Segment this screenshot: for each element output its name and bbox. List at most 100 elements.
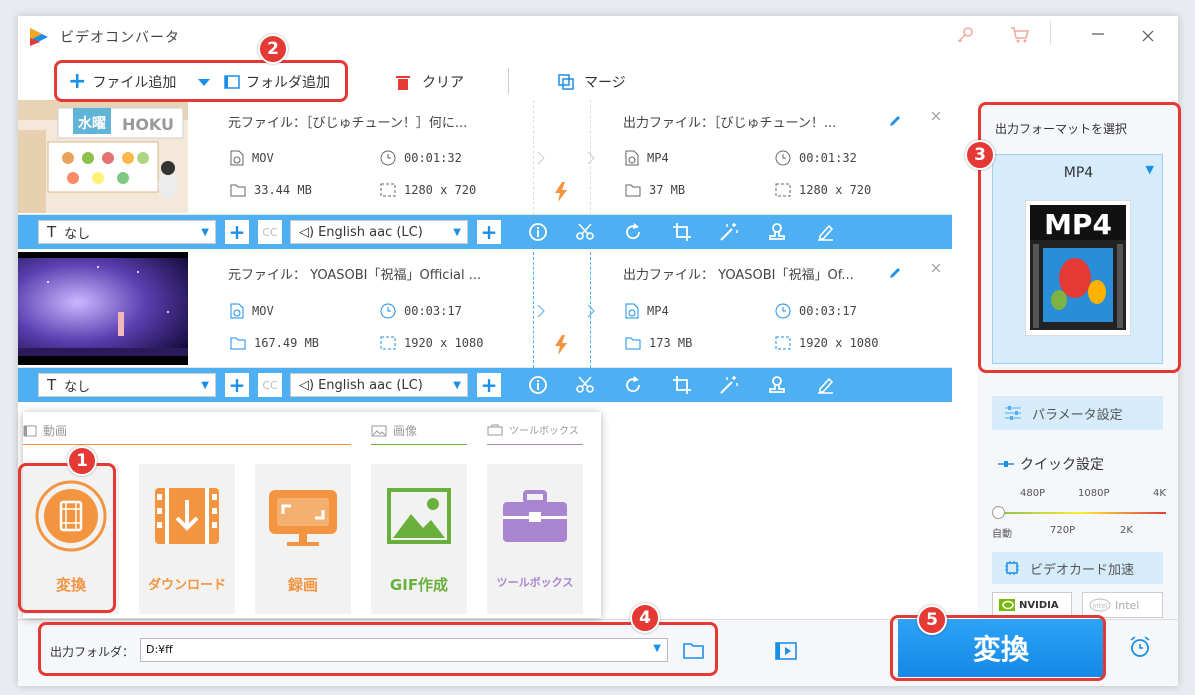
- rotate-icon[interactable]: [623, 375, 643, 395]
- image-section-label: 画像: [393, 424, 418, 438]
- quality-tick-label: 4K: [1153, 488, 1166, 499]
- scissors-icon[interactable]: [575, 222, 595, 242]
- download-tile-label: ダウンロード: [147, 578, 226, 593]
- svg-text:水曜: 水曜: [78, 115, 106, 132]
- rotate-icon[interactable]: [623, 222, 643, 242]
- gpu-accel-button[interactable]: ビデオカード加速: [992, 552, 1163, 584]
- video-file-icon: [230, 303, 244, 319]
- clear-button[interactable]: クリア: [396, 72, 464, 92]
- src-resolution: 1920 x 1080: [380, 336, 483, 350]
- record-tile[interactable]: 録画: [255, 464, 351, 614]
- quick-settings-label: クイック設定: [1020, 457, 1104, 473]
- src-format-value: MOV: [252, 151, 274, 165]
- out-resolution: 1920 x 1080: [775, 336, 878, 350]
- video-thumbnail: [18, 252, 188, 365]
- out-format: MP4: [625, 150, 669, 166]
- subtitle-select[interactable]: T なし ▼: [38, 220, 216, 244]
- chip-icon: [1005, 561, 1019, 575]
- chevron-down-icon: ▼: [201, 379, 209, 391]
- src-size: 167.49 MB: [230, 336, 319, 350]
- chevron-down-icon: ▼: [453, 379, 461, 391]
- subtitle-edit-icon[interactable]: [815, 222, 835, 242]
- screen-record-icon: [269, 490, 337, 546]
- video-file-icon: [230, 150, 244, 166]
- add-audio-button[interactable]: +: [477, 373, 501, 397]
- remove-item-icon[interactable]: [931, 263, 941, 273]
- out-duration-value: 00:01:32: [799, 151, 857, 165]
- audio-select[interactable]: ◁) English aac (LC) ▼: [290, 373, 468, 397]
- resolution-icon: [775, 183, 791, 197]
- gpu-accel-label: ビデオカード加速: [1030, 562, 1135, 578]
- out-size-value: 37 MB: [649, 183, 686, 197]
- nvidia-label: NVIDIA: [1019, 599, 1059, 611]
- divider: [533, 100, 534, 215]
- toolbox-section-label: ツールボックス: [509, 426, 579, 437]
- subtitle-value: なし: [64, 379, 91, 395]
- merge-button[interactable]: マージ: [558, 72, 626, 92]
- section-underline: [487, 444, 583, 445]
- watermark-stamp-icon[interactable]: [767, 222, 787, 242]
- minimize-icon[interactable]: [1092, 32, 1104, 36]
- add-audio-button[interactable]: +: [477, 220, 501, 244]
- step-badge: 5: [917, 605, 947, 635]
- scissors-icon[interactable]: [575, 375, 595, 395]
- alarm-clock-icon[interactable]: [1128, 635, 1152, 659]
- info-icon[interactable]: [528, 222, 548, 242]
- toolbox-tile[interactable]: ツールボックス: [487, 464, 583, 614]
- intel-label: Intel: [1115, 598, 1140, 612]
- cart-icon[interactable]: [1010, 26, 1030, 44]
- close-icon[interactable]: [1142, 30, 1154, 42]
- add-subtitle-button[interactable]: +: [225, 373, 249, 397]
- video-thumbnail: 水曜 HOKU: [18, 100, 188, 213]
- trash-icon: [396, 76, 410, 90]
- intel-logo-icon: intel: [1089, 598, 1111, 612]
- sliders-icon: [1005, 406, 1021, 420]
- param-settings-button[interactable]: パラメータ設定: [992, 396, 1163, 430]
- resolution-icon: [380, 183, 396, 197]
- remove-item-icon[interactable]: [931, 111, 941, 121]
- add-subtitle-button[interactable]: +: [225, 220, 249, 244]
- edit-pencil-icon[interactable]: [888, 114, 902, 128]
- file-item[interactable]: 水曜 HOKU 元ファイル：［びじゅチューン！］何に... 出力ファイル：［びじ…: [18, 100, 952, 215]
- cc-icon[interactable]: CC: [258, 373, 282, 397]
- folder-icon: [230, 184, 246, 197]
- lightning-icon[interactable]: [554, 182, 568, 202]
- quality-slider-thumb[interactable]: [992, 506, 1005, 519]
- output-filename: 出力ファイル： YOASOBI「祝福」Of...: [623, 268, 854, 283]
- subtitle-select[interactable]: T なし ▼: [38, 373, 216, 397]
- info-icon[interactable]: [528, 375, 548, 395]
- gif-image-icon: [387, 488, 451, 544]
- download-tile[interactable]: ダウンロード: [139, 464, 235, 614]
- quality-tick-label: 480P: [1020, 488, 1046, 499]
- item-toolbar: T なし ▼ + CC ◁) English aac (LC) ▼ +: [18, 368, 952, 402]
- file-item[interactable]: 元ファイル： YOASOBI「祝福」Official ... 出力ファイル： Y…: [18, 252, 952, 368]
- magic-wand-icon[interactable]: [719, 222, 739, 242]
- video-section-header: 動画: [23, 422, 67, 439]
- lightning-icon[interactable]: [554, 335, 568, 355]
- subtitle-edit-icon[interactable]: [815, 375, 835, 395]
- titlebar-divider: [1050, 21, 1051, 45]
- quality-tick-label: 自動: [992, 529, 1012, 540]
- magic-wand-icon[interactable]: [719, 375, 739, 395]
- quality-tick-label: 1080P: [1078, 488, 1110, 499]
- clock-icon: [775, 150, 791, 166]
- image-section-header: 画像: [371, 422, 417, 439]
- resolution-icon: [380, 336, 396, 350]
- out-size: 173 MB: [625, 336, 692, 350]
- image-small-icon: [371, 425, 387, 436]
- toolbar-divider: [508, 68, 509, 94]
- audio-select[interactable]: ◁) English aac (LC) ▼: [290, 220, 468, 244]
- edit-pencil-icon[interactable]: [888, 266, 902, 280]
- crop-icon[interactable]: [672, 375, 692, 395]
- cc-icon[interactable]: CC: [258, 220, 282, 244]
- video-export-icon[interactable]: [775, 642, 797, 660]
- crop-icon[interactable]: [672, 222, 692, 242]
- quality-slider-track[interactable]: [998, 512, 1166, 514]
- watermark-stamp-icon[interactable]: [767, 375, 787, 395]
- gif-tile[interactable]: GIF作成: [371, 464, 467, 614]
- video-file-icon: [625, 303, 639, 319]
- highlight-convert-tile: [18, 463, 116, 613]
- source-filename: 元ファイル：［びじゅチューン！］何に...: [228, 116, 468, 131]
- film-small-icon: [23, 425, 37, 436]
- key-icon[interactable]: [956, 26, 974, 44]
